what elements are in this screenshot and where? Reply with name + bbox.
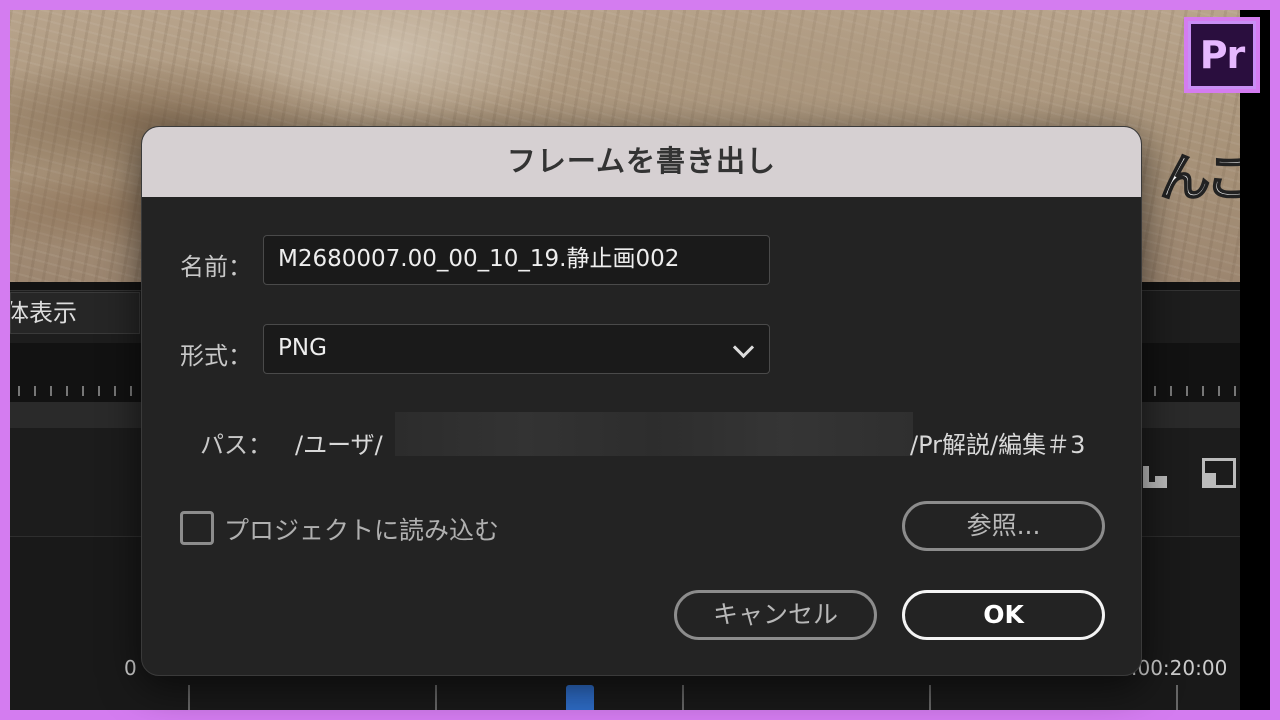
path-redacted-block (395, 412, 913, 456)
timeline-ruler[interactable] (10, 685, 1240, 710)
chevron-down-icon (732, 336, 755, 359)
format-select-value: PNG (278, 335, 327, 361)
dialog-title: フレームを書き出し (142, 127, 1141, 197)
video-subtitle: んこ (1159, 148, 1257, 208)
import-to-project-checkbox[interactable] (180, 511, 214, 545)
browse-button[interactable]: 参照... (902, 501, 1105, 551)
path-label: パス： (200, 431, 272, 459)
premiere-pro-logo-icon: Pr (1184, 17, 1260, 93)
name-label: 名前： (180, 253, 252, 281)
right-edge-strip (1240, 10, 1270, 710)
playhead-marker[interactable] (566, 685, 594, 710)
ok-button[interactable]: OK (902, 590, 1105, 640)
export-frame-icon[interactable] (1202, 458, 1236, 488)
premiere-logo-text: Pr (1188, 21, 1256, 89)
path-value-end: /Pr解説/編集＃3 (910, 431, 1086, 459)
lift-icon[interactable] (1143, 466, 1167, 488)
import-to-project-label[interactable]: プロジェクトに読み込む (224, 511, 499, 547)
zoom-select[interactable]: 体表示 (10, 292, 140, 334)
export-frame-dialog: フレームを書き出し 名前： M2680007.00_00_10_19.静止画00… (141, 126, 1142, 676)
path-value-start: /ユーザ/ (295, 431, 383, 459)
format-label: 形式： (180, 342, 252, 370)
cancel-button[interactable]: キャンセル (674, 590, 877, 640)
name-input[interactable]: M2680007.00_00_10_19.静止画002 (263, 235, 770, 285)
timeline-timecode-start: 0 (124, 656, 137, 680)
format-select[interactable]: PNG (263, 324, 770, 374)
